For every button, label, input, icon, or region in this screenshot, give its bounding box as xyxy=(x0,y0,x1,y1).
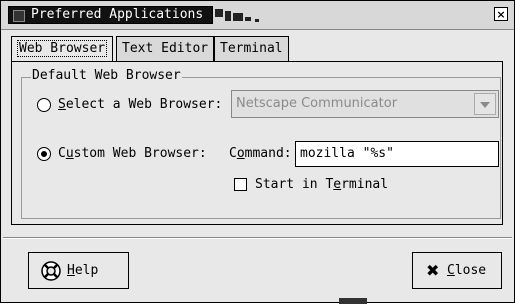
bottom-decoration xyxy=(339,298,367,304)
help-lifebuoy-icon xyxy=(41,261,61,281)
start-in-terminal-checkbox[interactable] xyxy=(234,178,247,191)
preferred-applications-window: Preferred Applications × Web Browser Tex… xyxy=(0,0,515,304)
window-menu-icon[interactable] xyxy=(13,10,25,22)
custom-browser-label[interactable]: Custom Web Browser: xyxy=(58,146,207,162)
select-browser-radio[interactable] xyxy=(37,98,51,112)
chevron-down-icon[interactable] xyxy=(474,93,496,115)
tab-label: Text Editor xyxy=(122,41,209,56)
command-input[interactable]: mozilla "%s" xyxy=(295,141,499,167)
title-bar-decoration xyxy=(215,9,261,23)
tab-terminal[interactable]: Terminal xyxy=(214,36,289,62)
browser-combo-value: Netscape Communicator xyxy=(236,96,398,111)
command-label: Command: xyxy=(229,146,292,161)
group-title: Default Web Browser xyxy=(31,68,182,84)
title-bar[interactable]: Preferred Applications × xyxy=(1,1,514,30)
tab-label: Terminal xyxy=(220,41,283,56)
tab-text-editor[interactable]: Text Editor xyxy=(116,36,215,62)
close-button[interactable]: ✖ Close xyxy=(412,252,502,289)
window-title-pill: Preferred Applications xyxy=(8,6,213,24)
custom-browser-radio[interactable] xyxy=(37,147,51,161)
window-title: Preferred Applications xyxy=(31,7,204,22)
tab-label: Web Browser xyxy=(17,40,108,57)
close-button-label: Close xyxy=(447,263,487,278)
browser-combo-box[interactable]: Netscape Communicator xyxy=(231,90,499,118)
help-button[interactable]: Help xyxy=(28,252,129,289)
close-x-icon: ✖ xyxy=(426,261,440,280)
window-close-icon[interactable]: × xyxy=(494,7,508,21)
start-in-terminal-label[interactable]: Start in Terminal xyxy=(255,177,388,193)
help-button-label: Help xyxy=(67,263,99,278)
button-separator xyxy=(3,237,512,239)
command-value: mozilla "%s" xyxy=(300,146,394,161)
tab-web-browser[interactable]: Web Browser xyxy=(11,36,114,63)
select-browser-label[interactable]: Select a Web Browser: xyxy=(58,97,222,113)
